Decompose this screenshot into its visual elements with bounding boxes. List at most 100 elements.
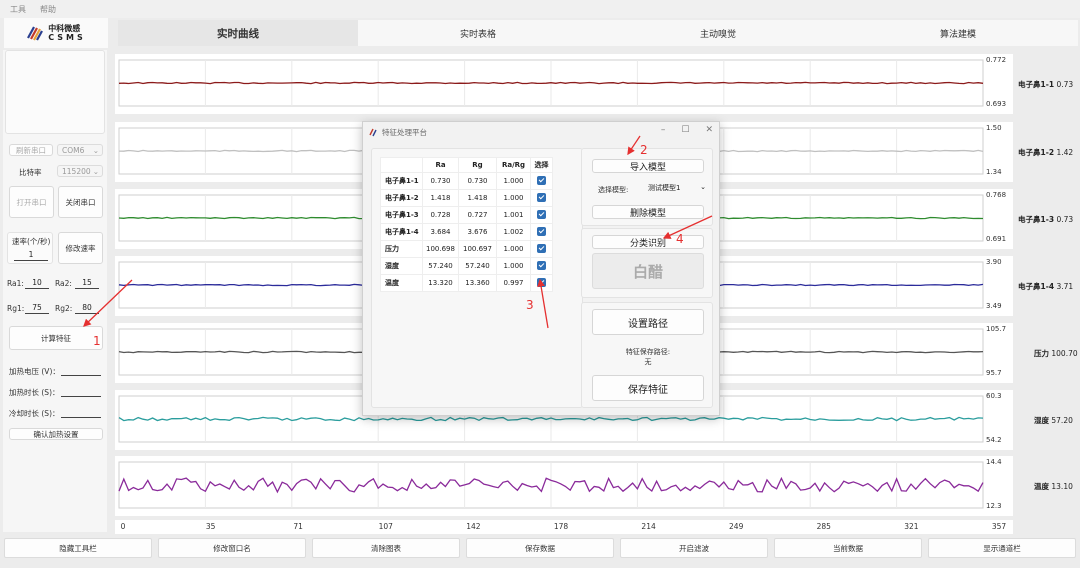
series-value: 1.42 xyxy=(1056,148,1074,157)
hide-toolbar-button[interactable]: 隐藏工具栏 xyxy=(4,538,152,558)
select-checkbox[interactable] xyxy=(537,277,546,287)
rg2-input[interactable]: 80 xyxy=(75,303,99,314)
current-data-button[interactable]: 当前数据 xyxy=(774,538,922,558)
rename-window-button[interactable]: 修改窗口名 xyxy=(158,538,306,558)
modify-rate-button[interactable]: 修改速率 xyxy=(58,232,103,264)
series-value: 57.20 xyxy=(1051,416,1073,425)
close-icon[interactable]: ✕ xyxy=(705,125,713,135)
feature-table-box: Ra Rg Ra/Rg 选择 电子鼻1-1 0.730 0.730 1.000 电子鼻1… xyxy=(371,148,583,408)
open-port-button[interactable]: 打开串口 xyxy=(9,186,54,218)
cell-rg: 13.360 xyxy=(458,274,497,292)
cell-ratio: 1.001 xyxy=(496,206,531,224)
y-max-label: 3.90 xyxy=(986,258,1002,266)
cell-select xyxy=(530,172,553,190)
select-checkbox[interactable] xyxy=(537,260,546,270)
save-feature-button[interactable]: 保存特征 xyxy=(592,375,704,401)
port-select-value: COM6 xyxy=(62,145,85,155)
rate-label: 速率(个/秒) xyxy=(12,237,51,246)
menu-help[interactable]: 帮助 xyxy=(40,4,56,15)
annotation-number-1: 1 xyxy=(93,334,101,348)
save-data-button[interactable]: 保存数据 xyxy=(466,538,614,558)
series-name: 电子鼻1-3 xyxy=(1018,215,1055,224)
baud-select-value: 115200 xyxy=(62,166,91,176)
close-port-button[interactable]: 关闭串口 xyxy=(58,186,103,218)
select-checkbox[interactable] xyxy=(537,226,546,236)
tab-active-olfaction[interactable]: 主动嗅觉 xyxy=(598,20,838,46)
cell-ra: 3.684 xyxy=(422,223,459,241)
enable-filter-button[interactable]: 开启滤波 xyxy=(620,538,768,558)
cell-select xyxy=(530,274,553,292)
rg1-input[interactable]: 75 xyxy=(25,303,49,314)
annotation-number-2: 2 xyxy=(640,143,648,157)
cell-ratio: 0.997 xyxy=(496,274,531,292)
confirm-heat-button[interactable]: 确认加热设置 xyxy=(9,428,103,440)
x-tick-label: 107 xyxy=(378,522,393,531)
delete-model-button[interactable]: 删除模型 xyxy=(592,205,704,219)
main-tabs: 实时曲线 实时表格 主动嗅觉 算法建模 xyxy=(118,20,1078,46)
x-tick-label: 214 xyxy=(641,522,656,531)
chevron-down-icon: ⌄ xyxy=(700,183,706,191)
cool-time-label: 冷却时长 (S)： xyxy=(9,409,60,418)
table-row: 电子鼻1-2 1.418 1.418 1.000 xyxy=(380,189,553,207)
x-tick-label: 285 xyxy=(816,522,831,531)
annotation-number-3: 3 xyxy=(526,298,534,312)
select-checkbox[interactable] xyxy=(537,209,546,219)
series-name: 电子鼻1-1 xyxy=(1018,80,1055,89)
rate-box: 速率(个/秒) 1 xyxy=(7,232,53,264)
show-channel-bar-button[interactable]: 显示通道栏 xyxy=(928,538,1076,558)
tab-realtime-curve[interactable]: 实时曲线 xyxy=(118,20,358,46)
x-tick-label: 249 xyxy=(729,522,744,531)
y-min-label: 0.693 xyxy=(986,100,1007,108)
ra1-label: Ra1: xyxy=(7,279,24,288)
select-checkbox[interactable] xyxy=(537,175,546,185)
y-max-label: 1.50 xyxy=(986,124,1002,132)
heat-voltage-input[interactable] xyxy=(61,365,101,376)
model-box: 导入模型 选择模型: 测试模型1 ⌄ 删除模型 xyxy=(581,148,713,226)
ra1-input[interactable]: 10 xyxy=(25,278,49,289)
logo-icon xyxy=(27,26,44,41)
chart-svg xyxy=(118,59,984,107)
minimize-icon[interactable]: – xyxy=(661,125,666,135)
col-header-ra: Ra xyxy=(422,157,459,173)
cell-ratio: 1.000 xyxy=(496,172,531,190)
menu-bar: 工具 帮助 xyxy=(0,0,1080,18)
cell-ra: 0.730 xyxy=(422,172,459,190)
menu-tools[interactable]: 工具 xyxy=(10,4,26,15)
cell-ratio: 1.000 xyxy=(496,189,531,207)
chart-svg xyxy=(118,461,984,509)
clear-chart-button[interactable]: 清除图表 xyxy=(312,538,460,558)
set-path-button[interactable]: 设置路径 xyxy=(592,309,704,335)
refresh-port-button[interactable]: 刷新串口 xyxy=(9,144,53,156)
chart-panel: 14.4 12.3 xyxy=(115,456,1013,516)
model-select[interactable]: 测试模型1 ⌄ xyxy=(648,183,706,195)
ra2-input[interactable]: 15 xyxy=(75,278,99,289)
tab-algorithm-modeling[interactable]: 算法建模 xyxy=(838,20,1078,46)
cell-ra: 57.240 xyxy=(422,257,459,275)
baud-label: 比特率 xyxy=(19,168,42,177)
rate-input[interactable]: 1 xyxy=(14,250,48,261)
cool-time-input[interactable] xyxy=(61,407,101,418)
heat-time-input[interactable] xyxy=(61,386,101,397)
select-checkbox[interactable] xyxy=(537,192,546,202)
cell-rg: 0.730 xyxy=(458,172,497,190)
x-tick-label: 357 xyxy=(991,522,1007,531)
table-row: 压力 100.698 100.697 1.000 xyxy=(380,240,553,258)
maximize-icon[interactable]: ☐ xyxy=(681,125,689,135)
bottom-toolbar: 隐藏工具栏 修改窗口名 清除图表 保存数据 开启滤波 当前数据 显示通道栏 xyxy=(0,538,1080,558)
series-name: 压力 xyxy=(1034,349,1049,358)
classify-button[interactable]: 分类识别 xyxy=(592,235,704,249)
left-control-panel: 刷新串口 COM6 ⌄ 比特率 115200 ⌄ 打开串口 关闭串口 速率(个/… xyxy=(3,50,107,532)
y-min-label: 1.34 xyxy=(986,168,1002,176)
dialog-title: 特征处理平台 xyxy=(382,127,427,137)
baud-select[interactable]: 115200 ⌄ xyxy=(57,165,103,177)
series-value: 0.73 xyxy=(1056,80,1074,89)
import-model-button[interactable]: 导入模型 xyxy=(592,159,704,173)
cell-name: 温度 xyxy=(380,274,423,292)
tab-realtime-table[interactable]: 实时表格 xyxy=(358,20,598,46)
cell-ra: 13.320 xyxy=(422,274,459,292)
calculate-feature-button[interactable]: 计算特征 xyxy=(9,326,103,350)
select-checkbox[interactable] xyxy=(537,243,546,253)
app-icon xyxy=(369,128,377,136)
port-select[interactable]: COM6 ⌄ xyxy=(57,144,103,156)
series-label: 电子鼻1-1 0.73 xyxy=(1018,79,1073,90)
